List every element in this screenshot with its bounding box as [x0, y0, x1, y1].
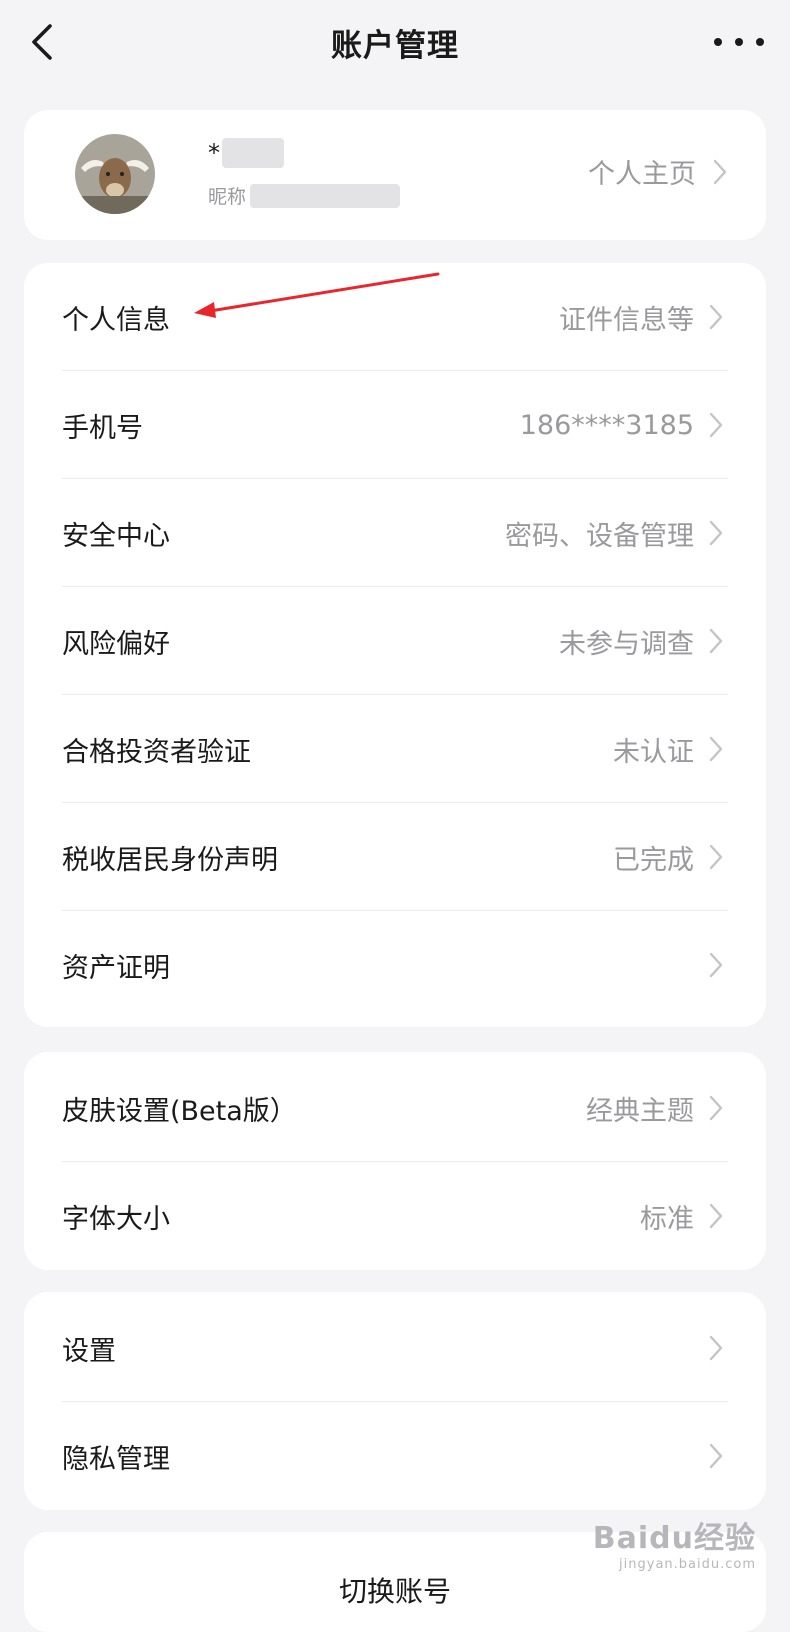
- item-label: 税收居民身份声明: [62, 844, 278, 876]
- homepage-link[interactable]: 个人主页: [588, 152, 730, 191]
- item-label: 手机号: [62, 412, 143, 444]
- profile-name-prefix: *: [208, 139, 220, 167]
- avatar-image: [75, 134, 155, 214]
- redacted-name: [222, 138, 284, 168]
- item-label: 安全中心: [62, 520, 170, 552]
- chevron-right-icon: [706, 1093, 726, 1123]
- list-item-asset-proof[interactable]: 资产证明: [24, 911, 766, 1019]
- navigation-bar: 账户管理: [0, 0, 790, 84]
- item-value: 186****3185: [519, 409, 694, 441]
- item-label: 资产证明: [62, 952, 170, 984]
- item-value: 标准: [640, 1203, 694, 1235]
- watermark-url: jingyan.baidu.com: [619, 1557, 756, 1572]
- list-item-phone[interactable]: 手机号 186****3185: [24, 371, 766, 479]
- page-title: 账户管理: [331, 28, 459, 64]
- profile-nickname: 昵称: [208, 182, 401, 209]
- item-label: 皮肤设置(Beta版）: [62, 1095, 297, 1127]
- list-item-risk-preference[interactable]: 风险偏好 未参与调查: [24, 587, 766, 695]
- item-value: 未认证: [613, 736, 694, 768]
- display-section: 皮肤设置(Beta版） 经典主题 字体大小 标准: [24, 1052, 766, 1270]
- item-label: 隐私管理: [62, 1443, 170, 1475]
- chevron-right-icon: [706, 950, 726, 980]
- item-label: 设置: [62, 1335, 116, 1367]
- list-item-qualified-investor[interactable]: 合格投资者验证 未认证: [24, 695, 766, 803]
- nickname-prefix: 昵称: [208, 186, 247, 208]
- item-value: 未参与调查: [559, 628, 694, 660]
- item-label: 字体大小: [62, 1203, 170, 1235]
- item-value: 密码、设备管理: [505, 520, 694, 552]
- more-button[interactable]: [714, 26, 764, 58]
- item-value: 证件信息等: [559, 304, 694, 336]
- list-item-font-size[interactable]: 字体大小 标准: [24, 1162, 766, 1270]
- item-value: 已完成: [613, 844, 694, 876]
- list-item-privacy[interactable]: 隐私管理: [24, 1402, 766, 1510]
- watermark-brand: Baidu经验: [592, 1521, 756, 1556]
- homepage-label: 个人主页: [588, 159, 696, 190]
- chevron-right-icon: [706, 1201, 726, 1231]
- chevron-right-icon: [706, 626, 726, 656]
- list-item-settings[interactable]: 设置: [24, 1294, 766, 1402]
- chevron-right-icon: [706, 410, 726, 440]
- more-dots-icon: [714, 38, 722, 46]
- avatar[interactable]: [75, 134, 155, 214]
- chevron-right-icon: [706, 1333, 726, 1363]
- chevron-right-icon: [713, 159, 727, 184]
- profile-card[interactable]: * 昵称 个人主页: [24, 110, 766, 240]
- profile-name: *: [208, 138, 284, 168]
- account-section: 个人信息 证件信息等 手机号 186****3185 安全中心 密码、设备管理 …: [24, 263, 766, 1027]
- item-label: 合格投资者验证: [62, 736, 251, 768]
- list-item-skin-settings[interactable]: 皮肤设置(Beta版） 经典主题: [24, 1054, 766, 1162]
- redacted-nickname: [250, 183, 401, 208]
- system-section: 设置 隐私管理: [24, 1292, 766, 1510]
- list-item-tax-residency[interactable]: 税收居民身份声明 已完成: [24, 803, 766, 911]
- chevron-right-icon: [706, 842, 726, 872]
- list-item-security-center[interactable]: 安全中心 密码、设备管理: [24, 479, 766, 587]
- chevron-right-icon: [706, 518, 726, 548]
- more-dots-icon: [735, 38, 743, 46]
- chevron-right-icon: [706, 302, 726, 332]
- item-label: 风险偏好: [62, 628, 170, 660]
- watermark: Baidu经验 jingyan.baidu.com: [593, 1513, 756, 1572]
- item-value: 经典主题: [586, 1095, 694, 1127]
- more-dots-icon: [756, 38, 764, 46]
- switch-account-label: 切换账号: [338, 1575, 451, 1608]
- chevron-right-icon: [706, 1441, 726, 1471]
- item-label: 个人信息: [62, 304, 170, 336]
- chevron-right-icon: [706, 734, 726, 764]
- list-item-personal-info[interactable]: 个人信息 证件信息等: [24, 263, 766, 371]
